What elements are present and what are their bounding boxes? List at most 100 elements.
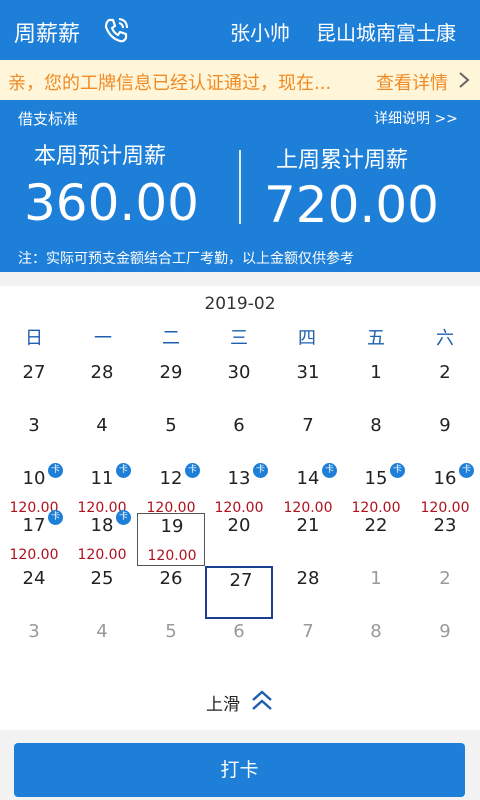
- calendar-day[interactable]: 17 卡 120.00: [0, 510, 68, 566]
- weekday-header: 三: [230, 328, 248, 349]
- calendar-day[interactable]: 6: [205, 413, 273, 466]
- calendar-day[interactable]: 9: [411, 413, 479, 466]
- calendar-day[interactable]: 4: [68, 619, 136, 672]
- day-number: 7: [302, 415, 314, 436]
- calendar-day[interactable]: 22: [342, 513, 410, 566]
- notice-bar[interactable]: 亲，您的工牌信息已经认证通过，现在... 查看详情: [0, 60, 480, 100]
- calendar-day[interactable]: 31: [274, 360, 342, 413]
- calendar-day[interactable]: 28: [68, 360, 136, 413]
- day-number: 6: [233, 415, 245, 436]
- factory-name[interactable]: 昆山城南富士康: [316, 17, 456, 46]
- salary-summary: 借支标准 详细说明 >> 本周预计周薪 360.00 上周累计周薪 720.00…: [0, 100, 480, 272]
- punch-badge-icon: 卡: [459, 463, 474, 478]
- day-number: 27: [22, 362, 46, 383]
- day-number: 4: [96, 621, 108, 642]
- calendar-day[interactable]: 6: [205, 619, 273, 672]
- punch-badge-icon: 卡: [185, 463, 200, 478]
- punch-card-button[interactable]: 打卡: [14, 743, 465, 797]
- weekday-header: 五: [367, 328, 385, 349]
- day-number: 29: [159, 362, 183, 383]
- summary-divider: [239, 150, 241, 224]
- chevron-right-icon: [459, 72, 470, 88]
- punch-badge-icon: 卡: [116, 463, 131, 478]
- day-number: 31: [296, 362, 320, 383]
- calendar-day[interactable]: 18 卡 120.00: [68, 510, 136, 566]
- day-number: 3: [28, 621, 40, 642]
- calendar-day[interactable]: 12 卡 120.00: [137, 463, 205, 519]
- calendar-day[interactable]: 3: [0, 619, 68, 672]
- day-number: 30: [227, 362, 251, 383]
- calendar-day[interactable]: 24: [0, 566, 68, 619]
- day-amount: 120.00: [77, 547, 127, 563]
- calendar-day[interactable]: 26: [137, 566, 205, 619]
- day-number: 9: [439, 621, 451, 642]
- day-number: 28: [296, 568, 320, 589]
- day-number: 25: [90, 568, 114, 589]
- view-details-link[interactable]: 查看详情: [376, 69, 448, 95]
- weekday-header: 一: [94, 328, 112, 349]
- calendar-day[interactable]: 21: [274, 513, 342, 566]
- calendar-day[interactable]: 9: [411, 619, 479, 672]
- calendar-day[interactable]: 5: [137, 413, 205, 466]
- this-week-label: 本周预计周薪: [34, 144, 167, 169]
- weekday-header: 四: [298, 328, 316, 349]
- user-name: 张小帅: [230, 21, 290, 45]
- calendar-day[interactable]: 20: [205, 513, 273, 566]
- calendar-day[interactable]: 29: [137, 360, 205, 413]
- calendar-day[interactable]: 8: [342, 413, 410, 466]
- calendar-day[interactable]: 8: [342, 619, 410, 672]
- this-week-value: 360.00: [24, 174, 199, 232]
- day-number: 27: [229, 570, 253, 591]
- calendar-day[interactable]: 30: [205, 360, 273, 413]
- calendar-day[interactable]: 14 卡 120.00: [274, 463, 342, 519]
- weekday-header: 六: [436, 328, 454, 349]
- calendar-day[interactable]: 2: [411, 360, 479, 413]
- calendar-day[interactable]: 28: [274, 566, 342, 619]
- calendar-day[interactable]: 4: [68, 413, 136, 466]
- punch-badge-icon: 卡: [48, 510, 63, 525]
- day-number: 20: [227, 515, 251, 536]
- calendar-day[interactable]: 7: [274, 413, 342, 466]
- day-number: 21: [296, 515, 320, 536]
- day-amount: 120.00: [9, 547, 59, 563]
- double-chevron-up-icon: [252, 690, 272, 710]
- calendar-month: 2019-02: [204, 294, 276, 314]
- day-number: 22: [364, 515, 388, 536]
- calendar-day[interactable]: 16 卡 120.00: [411, 463, 479, 519]
- calendar-day[interactable]: 1: [342, 566, 410, 619]
- weekday-header: 二: [162, 328, 180, 349]
- notice-message: 亲，您的工牌信息已经认证通过，现在...: [8, 73, 332, 94]
- day-number: 1: [370, 568, 382, 589]
- calendar-day[interactable]: 19 120.00: [137, 513, 205, 566]
- calendar-day-today[interactable]: 27: [205, 566, 273, 619]
- phone-icon[interactable]: [100, 14, 132, 46]
- day-number: 5: [165, 621, 177, 642]
- day-number: 28: [90, 362, 114, 383]
- calendar-day[interactable]: 5: [137, 619, 205, 672]
- day-number: 23: [433, 515, 457, 536]
- calendar-day[interactable]: 2: [411, 566, 479, 619]
- punch-badge-icon: 卡: [322, 463, 337, 478]
- calendar-day[interactable]: 23: [411, 513, 479, 566]
- detail-explanation-link[interactable]: 详细说明 >>: [374, 108, 458, 128]
- day-number: 7: [302, 621, 314, 642]
- swipe-up-hint[interactable]: 上滑: [0, 686, 480, 716]
- day-number: 3: [28, 415, 40, 436]
- day-number: 24: [22, 568, 46, 589]
- day-number: 2: [439, 568, 451, 589]
- punch-badge-icon: 卡: [48, 463, 63, 478]
- day-number: 4: [96, 415, 108, 436]
- swipe-up-label: 上滑: [206, 695, 240, 715]
- calendar-day[interactable]: 15 卡 120.00: [342, 463, 410, 519]
- day-number: 1: [370, 362, 382, 383]
- calendar-day[interactable]: 13 卡 120.00: [205, 463, 273, 519]
- day-number: 6: [233, 621, 245, 642]
- calendar-day[interactable]: 7: [274, 619, 342, 672]
- calendar-day[interactable]: 27: [0, 360, 68, 413]
- calendar-day[interactable]: 25: [68, 566, 136, 619]
- punch-badge-icon: 卡: [253, 463, 268, 478]
- day-number: 8: [370, 415, 382, 436]
- calendar-day[interactable]: 1: [342, 360, 410, 413]
- top-bar: 周薪薪 张小帅 昆山城南富士康: [0, 0, 480, 60]
- calendar-day[interactable]: 3: [0, 413, 68, 466]
